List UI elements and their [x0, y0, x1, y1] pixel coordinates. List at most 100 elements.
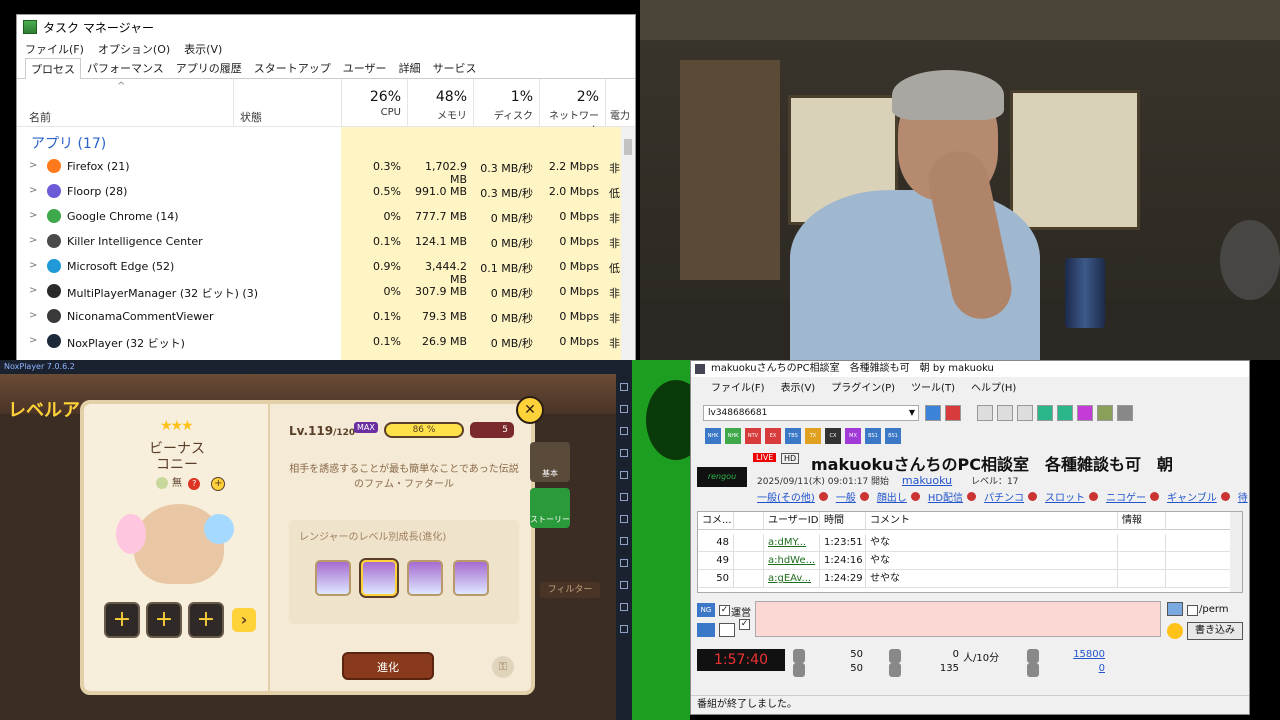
tag-link[interactable]: 待 — [1238, 493, 1248, 504]
channel-button[interactable]: BS1 — [865, 428, 881, 444]
unei-checkbox[interactable]: ✓ — [719, 605, 730, 616]
tool-icon[interactable] — [1077, 405, 1093, 421]
evo-stage-3[interactable] — [407, 560, 443, 596]
nox-tool-icon[interactable] — [620, 559, 628, 567]
menu-view[interactable]: 表示(V) — [781, 379, 816, 394]
channel-button[interactable]: BS1 — [885, 428, 901, 444]
tag-remove-icon[interactable] — [910, 492, 920, 501]
option-checkbox[interactable]: ✓ — [739, 619, 750, 630]
live-id-input[interactable]: lv348686681 ▼ — [703, 405, 919, 421]
menu-view[interactable]: 表示(V) — [184, 41, 222, 57]
process-row[interactable]: > Firefox (21) 0.3% 1,702.9 MB 0.3 MB/秒 2.2 M… — [17, 154, 621, 186]
tag-remove-icon[interactable] — [859, 492, 869, 501]
scroll-thumb[interactable] — [624, 139, 632, 155]
process-row[interactable]: > Floorp (28) 0.5% 991.0 MB 0.3 MB/秒 2.0 Mbps… — [17, 179, 621, 204]
process-row[interactable]: > Killer Intelligence Center 0.1% 124.1 MB 0… — [17, 229, 621, 254]
tag-link[interactable]: ギャンブル — [1167, 493, 1217, 504]
nox-titlebar[interactable]: NoxPlayer 7.0.6.2 — [0, 360, 632, 374]
channel-button[interactable]: TX — [805, 428, 821, 444]
help-icon[interactable]: ? — [188, 478, 201, 490]
header-comment[interactable]: コメント — [866, 512, 1118, 530]
owner-link[interactable]: makuoku — [902, 474, 952, 487]
evolve-button[interactable]: 進化 — [342, 652, 434, 680]
tag-link[interactable]: ニコゲー — [1106, 493, 1146, 504]
gear-icon[interactable] — [1117, 405, 1133, 421]
tab-details[interactable]: 詳細 — [393, 57, 427, 78]
tool-icon[interactable] — [977, 405, 993, 421]
tag-remove-icon[interactable] — [818, 492, 828, 501]
nox-tool-icon[interactable] — [620, 449, 628, 457]
column-memory[interactable]: 48% メモリ — [407, 79, 473, 127]
list-icon[interactable] — [719, 623, 735, 637]
nox-tool-icon[interactable] — [620, 625, 628, 633]
column-network[interactable]: 2% ネットワーク — [539, 79, 605, 137]
tag-remove-icon[interactable] — [967, 492, 977, 501]
nox-tool-icon[interactable] — [620, 537, 628, 545]
tab-startup[interactable]: スタートアップ — [248, 57, 337, 78]
equip-slot-1[interactable]: + — [104, 602, 140, 638]
menu-options[interactable]: オプション(O) — [98, 41, 170, 57]
tab-story[interactable]: ストーリー — [530, 488, 570, 528]
process-row[interactable]: > Microsoft Edge (52) 0.9% 3,444.2 MB 0.1 MB… — [17, 254, 621, 286]
process-row[interactable]: > NoxPlayer (32 ビット) 0.1% 26.9 MB 0 MB/秒 0 Mb… — [17, 329, 621, 354]
chevron-down-icon[interactable]: ▼ — [909, 406, 915, 420]
comment-userid[interactable]: a:hdWe... — [764, 552, 820, 570]
vertical-scrollbar[interactable] — [621, 127, 635, 363]
comment-userid[interactable]: a:gEAv... — [764, 570, 820, 588]
chevron-right-icon[interactable]: > — [29, 335, 37, 346]
nox-tool-icon[interactable] — [620, 581, 628, 589]
process-row[interactable]: > NiconamaCommentViewer 0.1% 79.3 MB 0 MB/秒 0… — [17, 304, 621, 329]
comment-row[interactable]: 50 a:gEAv... 1:24:29 せやな — [698, 570, 1230, 588]
menu-file[interactable]: ファイル(F) — [25, 41, 84, 57]
lock-icon[interactable]: ⚿ — [492, 656, 514, 678]
tab-users[interactable]: ユーザー — [337, 57, 393, 78]
tool-icon[interactable] — [997, 405, 1013, 421]
vertical-scrollbar[interactable] — [1230, 512, 1242, 592]
comment-row[interactable]: 49 a:hdWe... 1:24:16 やな — [698, 552, 1230, 570]
tag-remove-icon[interactable] — [1150, 492, 1160, 501]
evo-stage-2[interactable] — [361, 560, 397, 596]
tab-app-history[interactable]: アプリの履歴 — [170, 57, 248, 78]
tag-link[interactable]: スロット — [1045, 493, 1085, 504]
menu-tools[interactable]: ツール(T) — [911, 379, 955, 394]
tab-services[interactable]: サービス — [427, 57, 483, 78]
chevron-right-icon[interactable]: > — [29, 235, 37, 246]
stat-ad-points[interactable]: 15800 — [1057, 649, 1105, 660]
tab-processes[interactable]: プロセス — [25, 58, 81, 79]
nox-tool-icon[interactable] — [620, 383, 628, 391]
pen-icon[interactable] — [1167, 602, 1183, 616]
disconnect-icon[interactable] — [945, 405, 961, 421]
stat-gift-points[interactable]: 0 — [1057, 663, 1105, 674]
tool-icon[interactable] — [1057, 405, 1073, 421]
tag-link[interactable]: 顔出し — [877, 493, 907, 504]
evo-stage-1[interactable] — [315, 560, 351, 596]
filter-button[interactable]: フィルター — [540, 582, 600, 598]
tool-icon[interactable] — [1017, 405, 1033, 421]
ncv-titlebar[interactable]: makuokuさんちのPC相談室 各種雑談も可 朝 by makuoku — [691, 361, 1249, 377]
task-manager-titlebar[interactable]: タスク マネージャー — [17, 15, 635, 39]
column-disk[interactable]: 1% ディスク — [473, 79, 539, 127]
ng-button[interactable]: NG — [697, 603, 715, 617]
header-no[interactable]: コメ... — [698, 512, 734, 530]
channel-button[interactable]: NTV — [745, 428, 761, 444]
tag-link[interactable]: パチンコ — [984, 493, 1024, 504]
nox-tool-icon[interactable] — [620, 603, 628, 611]
tool-icon[interactable] — [1037, 405, 1053, 421]
evo-stage-4[interactable] — [453, 560, 489, 596]
perm-checkbox[interactable] — [1187, 605, 1198, 616]
nox-tool-icon[interactable] — [620, 493, 628, 501]
connect-icon[interactable] — [925, 405, 941, 421]
chevron-right-icon[interactable]: > — [29, 210, 37, 221]
tag-link[interactable]: 一般(その他) — [757, 493, 815, 504]
tag-remove-icon[interactable] — [1089, 492, 1099, 501]
add-icon[interactable]: + — [211, 477, 226, 491]
tab-basic[interactable]: 基本 — [530, 442, 570, 482]
comment-userid[interactable]: a:dMY... — [764, 534, 820, 552]
tag-remove-icon[interactable] — [1028, 492, 1038, 501]
chevron-right-icon[interactable]: > — [29, 285, 37, 296]
nox-tool-icon[interactable] — [620, 427, 628, 435]
process-row[interactable]: > MultiPlayerManager (32 ビット) (3) 0% 307.9 … — [17, 279, 621, 304]
chevron-right-icon[interactable]: > — [29, 310, 37, 321]
equip-slot-2[interactable]: + — [146, 602, 182, 638]
column-status[interactable]: 状態 — [233, 79, 341, 127]
